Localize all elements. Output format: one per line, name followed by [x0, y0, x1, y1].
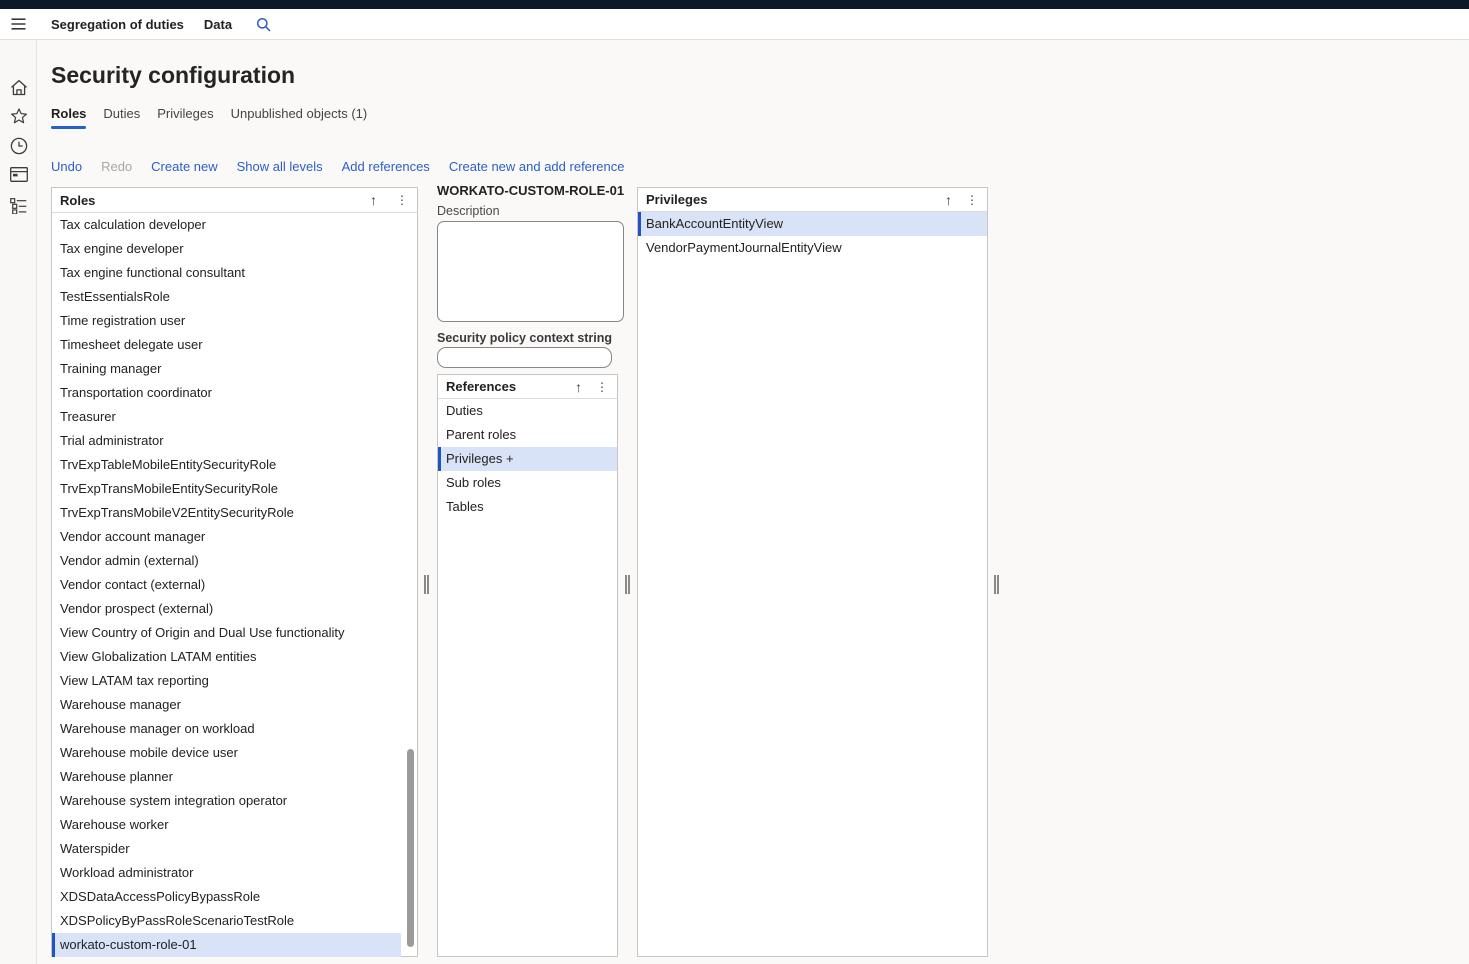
- tab[interactable]: Roles: [51, 106, 86, 129]
- more-options-icon[interactable]: ⋮: [596, 380, 608, 394]
- role-list-item[interactable]: Waterspider: [52, 837, 401, 861]
- privileges-panel: Privileges ↑ ⋮ BankAccountEntityViewVend…: [637, 187, 988, 957]
- nav-recent-button[interactable]: [0, 137, 37, 155]
- star-icon: [10, 107, 28, 125]
- toolbar-action[interactable]: Add references: [342, 159, 430, 174]
- reference-list-item[interactable]: Parent roles: [438, 423, 617, 447]
- sort-ascending-icon[interactable]: ↑: [945, 193, 952, 207]
- nav-home-button[interactable]: [0, 79, 37, 96]
- role-list-item[interactable]: View Country of Origin and Dual Use func…: [52, 621, 401, 645]
- role-list-item[interactable]: Warehouse manager: [52, 693, 401, 717]
- role-list-item[interactable]: Training manager: [52, 357, 401, 381]
- more-options-icon[interactable]: ⋮: [966, 193, 978, 207]
- clock-icon: [10, 137, 28, 155]
- roles-list: Tax calculation developerTax engine deve…: [52, 213, 417, 957]
- description-label: Description: [437, 204, 500, 218]
- security-policy-input[interactable]: [437, 347, 612, 368]
- nav-favorites-button[interactable]: [0, 107, 37, 125]
- role-list-item[interactable]: Warehouse system integration operator: [52, 789, 401, 813]
- menu-button[interactable]: [0, 18, 37, 30]
- roles-panel: Roles ↑ ⋮ Tax calculation developerTax e…: [51, 187, 418, 957]
- toolbar-action[interactable]: Undo: [51, 159, 82, 174]
- reference-list-item[interactable]: Duties: [438, 399, 617, 423]
- references-list: DutiesParent rolesPrivileges +Sub rolesT…: [438, 399, 617, 519]
- role-list-item[interactable]: XDSDataAccessPolicyBypassRole: [52, 885, 401, 909]
- toolbar-action[interactable]: Redo: [101, 159, 132, 174]
- role-list-item[interactable]: Tax engine developer: [52, 237, 401, 261]
- splitter-handle[interactable]: [994, 575, 999, 594]
- nav-workspaces-button[interactable]: [0, 167, 37, 182]
- home-icon: [10, 79, 28, 96]
- record-title: WORKATO-CUSTOM-ROLE-01: [437, 183, 624, 198]
- role-list-item[interactable]: Workload administrator: [52, 861, 401, 885]
- roles-panel-header: Roles ↑ ⋮: [52, 188, 417, 213]
- toolbar-action[interactable]: Create new: [151, 159, 217, 174]
- role-list-item[interactable]: Transportation coordinator: [52, 381, 401, 405]
- role-list-item[interactable]: TrvExpTransMobileV2EntitySecurityRole: [52, 501, 401, 525]
- splitter-handle[interactable]: [625, 575, 630, 594]
- reference-list-item[interactable]: Sub roles: [438, 471, 617, 495]
- tab[interactable]: Unpublished objects (1): [231, 106, 368, 129]
- security-configuration-page: Segregation of duties Data: [0, 0, 1469, 964]
- privileges-list: BankAccountEntityViewVendorPaymentJourna…: [638, 212, 987, 260]
- role-list-item[interactable]: Treasurer: [52, 405, 401, 429]
- toolbar-action[interactable]: Show all levels: [237, 159, 323, 174]
- role-list-item[interactable]: Warehouse manager on workload: [52, 717, 401, 741]
- more-options-icon[interactable]: ⋮: [396, 193, 408, 207]
- role-list-item[interactable]: Vendor admin (external): [52, 549, 401, 573]
- page-title: Security configuration: [51, 62, 295, 89]
- privileges-panel-title: Privileges: [646, 192, 945, 207]
- tab[interactable]: Privileges: [157, 106, 213, 129]
- role-list-item[interactable]: Warehouse mobile device user: [52, 741, 401, 765]
- description-textarea[interactable]: [437, 221, 624, 322]
- role-list-item[interactable]: TestEssentialsRole: [52, 285, 401, 309]
- app-header-bar: Segregation of duties Data: [0, 9, 1469, 40]
- references-panel: References ↑ ⋮ DutiesParent rolesPrivile…: [437, 374, 618, 957]
- role-list-item[interactable]: Vendor account manager: [52, 525, 401, 549]
- role-list-item[interactable]: Warehouse planner: [52, 765, 401, 789]
- role-list-item[interactable]: TrvExpTableMobileEntitySecurityRole: [52, 453, 401, 477]
- privileges-panel-header: Privileges ↑ ⋮: [638, 188, 987, 212]
- tab[interactable]: Duties: [103, 106, 140, 129]
- toolbar-action[interactable]: Create new and add reference: [449, 159, 625, 174]
- role-list-item[interactable]: Trial administrator: [52, 429, 401, 453]
- workspace-form-icon: [10, 167, 28, 182]
- reference-list-item[interactable]: Privileges +: [438, 447, 617, 471]
- search-button[interactable]: [256, 17, 271, 32]
- role-list-item[interactable]: TrvExpTransMobileEntitySecurityRole: [52, 477, 401, 501]
- splitter-handle[interactable]: [424, 575, 429, 594]
- nav-sidebar: [0, 40, 37, 964]
- references-panel-title: References: [446, 379, 575, 394]
- references-panel-header: References ↑ ⋮: [438, 375, 617, 399]
- action-toolbar: Undo Redo Create new Show all levels Add ref…: [51, 159, 624, 174]
- role-list-item[interactable]: View LATAM tax reporting: [52, 669, 401, 693]
- role-list-item[interactable]: View Globalization LATAM entities: [52, 645, 401, 669]
- breadcrumb-section[interactable]: Data: [204, 17, 232, 32]
- role-list-item[interactable]: Tax calculation developer: [52, 213, 401, 237]
- privilege-list-item[interactable]: VendorPaymentJournalEntityView: [638, 236, 987, 260]
- role-list-item[interactable]: Vendor prospect (external): [52, 597, 401, 621]
- search-icon: [256, 17, 271, 32]
- roles-panel-title: Roles: [60, 193, 370, 208]
- security-policy-label: Security policy context string: [437, 331, 612, 345]
- privilege-list-item[interactable]: BankAccountEntityView: [638, 212, 987, 236]
- hierarchy-list-icon: [10, 198, 27, 214]
- breadcrumb-module[interactable]: Segregation of duties: [51, 17, 184, 32]
- reference-list-item[interactable]: Tables: [438, 495, 617, 519]
- role-list-item[interactable]: workato-custom-role-01: [52, 933, 401, 957]
- role-list-item[interactable]: Tax engine functional consultant: [52, 261, 401, 285]
- role-list-item[interactable]: Time registration user: [52, 309, 401, 333]
- role-list-item[interactable]: Warehouse worker: [52, 813, 401, 837]
- breadcrumb: Segregation of duties Data: [51, 17, 271, 32]
- role-list-item[interactable]: Timesheet delegate user: [52, 333, 401, 357]
- sort-ascending-icon[interactable]: ↑: [370, 193, 377, 207]
- nav-modules-button[interactable]: [0, 198, 37, 214]
- role-list-item[interactable]: XDSPolicyByPassRoleScenarioTestRole: [52, 909, 401, 933]
- tab-bar: Roles Duties Privileges Unpublished objects…: [51, 106, 367, 129]
- role-list-item[interactable]: Vendor contact (external): [52, 573, 401, 597]
- window-top-strip: [0, 0, 1469, 9]
- hamburger-icon: [11, 18, 26, 30]
- roles-scrollbar-thumb[interactable]: [407, 749, 414, 947]
- sort-ascending-icon[interactable]: ↑: [575, 380, 582, 394]
